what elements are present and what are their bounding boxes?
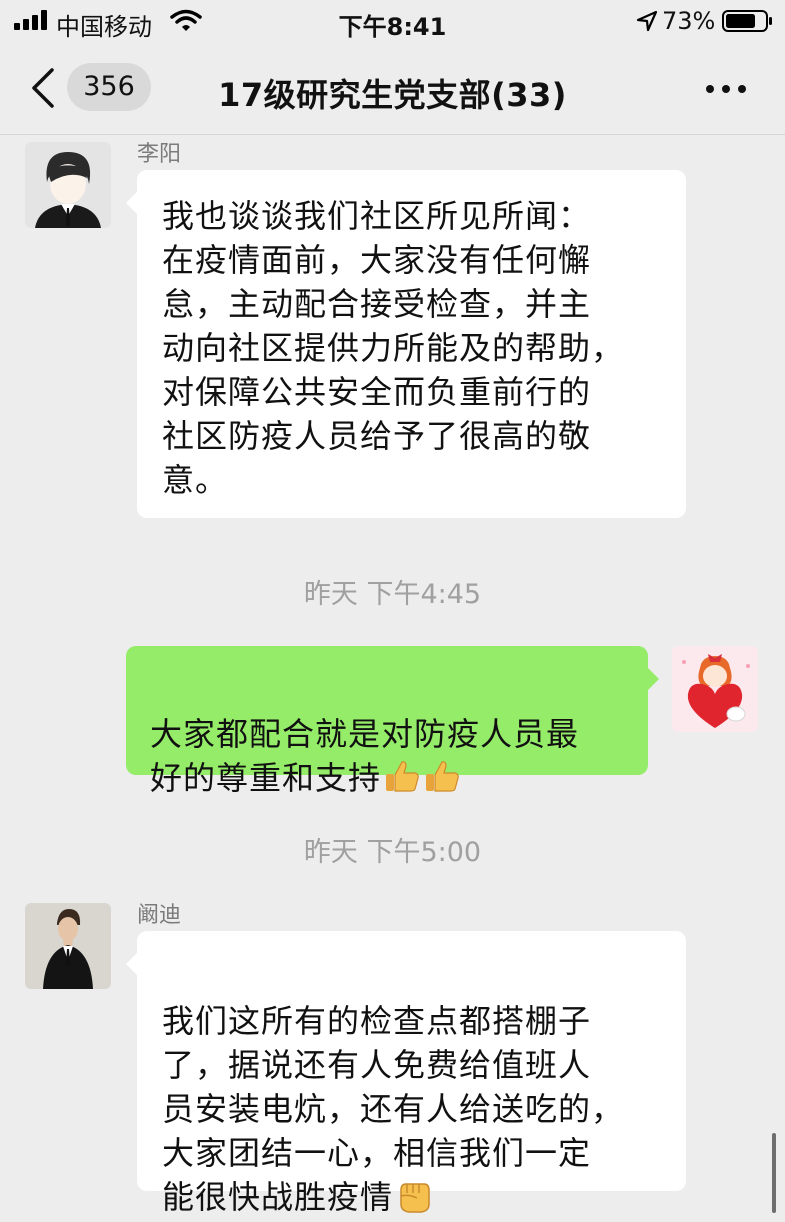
avatar[interactable] (25, 903, 111, 989)
message-text: 我也谈谈我们社区所见所闻： 在疫情面前，大家没有任何懈 怠，主动配合接受检查，并… (162, 197, 625, 499)
more-icon[interactable] (700, 74, 752, 104)
my-avatar[interactable] (672, 646, 758, 732)
scrollbar[interactable] (772, 1133, 776, 1213)
battery-percent: 73% (662, 7, 716, 35)
thumbs-up-icon (386, 761, 419, 792)
message-text-wrapper: 我们这所有的检查点都搭棚子 了，据说还有人免费给值班人 员安装电炕，还有人给送吃… (162, 955, 682, 1219)
avatar-image (25, 903, 111, 989)
chat-header: 356 17级研究生党支部(33) (0, 44, 785, 135)
avatar[interactable] (25, 142, 111, 228)
message-text-wrapper: 大家都配合就是对防疫人员最 好的尊重和支持 (150, 668, 645, 800)
avatar-image (25, 142, 111, 228)
avatar-image (672, 646, 758, 732)
message-bubble-incoming[interactable]: 我们这所有的检查点都搭棚子 了，据说还有人免费给值班人 员安装电炕，还有人给送吃… (126, 931, 686, 1216)
bubble-tail (126, 953, 137, 975)
timestamp: 昨天 下午4:45 (303, 579, 482, 610)
bubble-tail (648, 668, 659, 690)
message-text: 大家都配合就是对防疫人员最 好的尊重和支持 (150, 715, 580, 797)
thumbs-up-icon (426, 761, 459, 792)
status-bar: 中国移动 下午8:41 73% (0, 0, 785, 44)
sender-name: 阚迪 (137, 903, 182, 928)
message-bubble-incoming[interactable]: 我也谈谈我们社区所见所闻： 在疫情面前，大家没有任何懈 怠，主动配合接受检查，并… (126, 170, 686, 518)
location-arrow-icon (636, 10, 658, 32)
message-bubble-outgoing[interactable]: 大家都配合就是对防疫人员最 好的尊重和支持 (126, 646, 659, 797)
message-text: 我们这所有的检查点都搭棚子 了，据说还有人免费给值班人 员安装电炕，还有人给送吃… (162, 1002, 625, 1216)
chat-title: 17级研究生党支部(33) (218, 76, 567, 114)
raised-fist-icon (400, 1183, 430, 1213)
battery-icon (722, 10, 772, 32)
timestamp: 昨天 下午5:00 (303, 837, 482, 868)
bubble-tail (126, 192, 137, 214)
sender-name: 李阳 (137, 142, 182, 167)
